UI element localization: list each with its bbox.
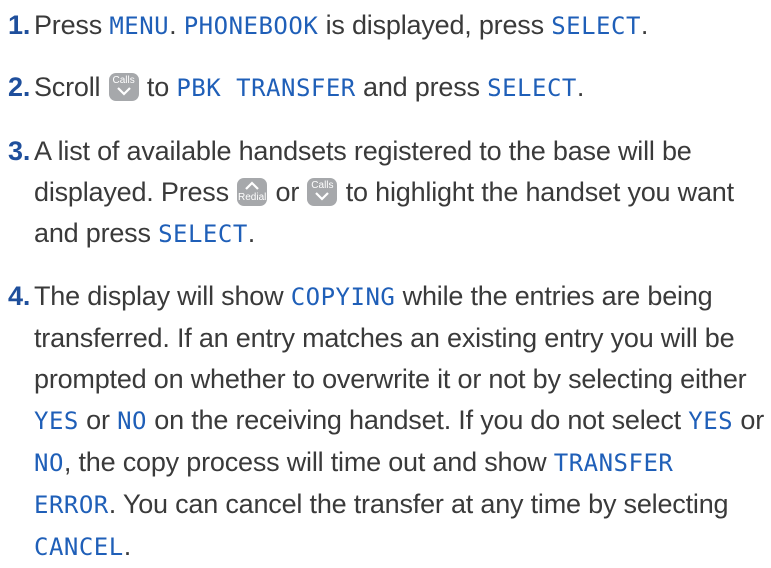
step-number: 3. <box>8 136 31 166</box>
display-text-menu: MENU <box>109 12 170 40</box>
chevron-down-icon <box>116 87 131 96</box>
step-text: or <box>733 405 765 435</box>
display-text-yes: YES <box>34 407 79 435</box>
display-text-select: SELECT <box>158 220 248 248</box>
display-text-cancel: CANCEL <box>34 533 124 561</box>
step-1: 1. Press MENU. PHONEBOOK is displayed, pr… <box>8 5 768 47</box>
step-text: to <box>139 72 177 102</box>
display-text-select: SELECT <box>487 74 577 102</box>
calls-key-label: Calls <box>311 180 334 191</box>
calls-key-icon: Calls <box>307 178 338 206</box>
step-text: , the copy process will time out and sho… <box>63 447 554 477</box>
step-text: or <box>78 405 118 435</box>
step-text: and press <box>355 72 488 102</box>
display-text-copying: COPYING <box>290 283 396 311</box>
step-text: The display will show <box>34 281 291 311</box>
step-text: . <box>640 10 649 40</box>
display-text-select: SELECT <box>551 12 641 40</box>
step-text: . You can cancel the transfer at any tim… <box>108 489 729 519</box>
display-text-no: NO <box>34 449 64 477</box>
redial-key-label: Redial <box>238 192 267 203</box>
step-text: . <box>576 72 585 102</box>
step-3: 3. A list of available handsets registere… <box>8 131 768 255</box>
chevron-down-icon <box>315 192 330 201</box>
step-text: Scroll <box>34 72 108 102</box>
step-number: 2. <box>8 72 31 102</box>
calls-key-label: Calls <box>112 75 135 86</box>
step-2: 2. Scroll Calls to PBK TRANSFER and press… <box>8 67 768 109</box>
step-number: 1. <box>8 10 31 40</box>
step-text: Press <box>34 10 110 40</box>
step-text: . <box>247 218 256 248</box>
display-text-yes: YES <box>688 407 734 435</box>
display-text-pbk-transfer: PBK TRANSFER <box>176 74 356 102</box>
display-text-no: NO <box>117 407 147 435</box>
redial-key-icon: Redial <box>237 178 268 206</box>
step-text: . <box>169 10 184 40</box>
display-text-phonebook: PHONEBOOK <box>183 12 319 40</box>
step-4: 4. The display will show COPYING while th… <box>8 276 768 568</box>
step-text: is displayed, press <box>318 10 552 40</box>
step-number: 4. <box>8 281 31 311</box>
step-text: on the receiving handset. If you do not … <box>146 405 689 435</box>
step-text: . <box>123 531 132 561</box>
calls-key-icon: Calls <box>108 73 139 101</box>
step-text: or <box>268 177 307 207</box>
chevron-up-icon <box>245 181 259 190</box>
instruction-steps: 1. Press MENU. PHONEBOOK is displayed, pr… <box>8 0 768 561</box>
